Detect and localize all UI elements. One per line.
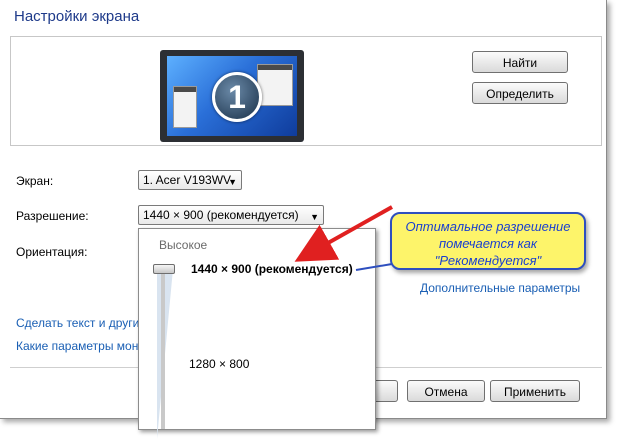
cancel-button[interactable]: Отмена bbox=[407, 380, 485, 402]
chevron-down-icon: ▼ bbox=[228, 177, 237, 187]
resolution-label: Разрешение: bbox=[16, 209, 89, 223]
display-select-value: 1. Acer V193WV bbox=[143, 173, 232, 187]
find-button[interactable]: Найти bbox=[472, 51, 568, 73]
resolution-dropdown-popup: Высокое 1440 × 900 (рекомендуется) 1280 … bbox=[138, 228, 376, 439]
resolution-slider-thumb[interactable] bbox=[153, 264, 175, 274]
window-title: Настройки экрана bbox=[14, 8, 140, 25]
resolution-select-value: 1440 × 900 (рекомендуется) bbox=[143, 208, 299, 222]
monitor-screen: 1 bbox=[167, 56, 297, 136]
callout-line: Оптимальное разрешение bbox=[405, 219, 571, 234]
display-select[interactable]: 1. Acer V193WV ▼ bbox=[138, 170, 242, 190]
text-size-link[interactable]: Сделать текст и другие bbox=[16, 316, 146, 330]
window-thumbnail-icon bbox=[257, 64, 293, 106]
callout-line: помечается как bbox=[438, 236, 538, 251]
advanced-settings-link[interactable]: Дополнительные параметры bbox=[420, 281, 580, 295]
callout-line: "Рекомендуется" bbox=[434, 253, 542, 268]
identify-button[interactable]: Определить bbox=[472, 82, 568, 104]
resolution-option-1280x800[interactable]: 1280 × 800 bbox=[189, 357, 249, 371]
resolution-option-recommended[interactable]: 1440 × 900 (рекомендуется) bbox=[191, 262, 353, 276]
monitor-illustration[interactable]: 1 bbox=[160, 50, 304, 142]
annotation-callout: Оптимальное разрешение помечается как "Р… bbox=[390, 212, 586, 270]
which-settings-link[interactable]: Какие параметры мон bbox=[16, 339, 138, 353]
high-label: Высокое bbox=[159, 238, 208, 252]
resolution-slider-track[interactable] bbox=[161, 269, 165, 429]
apply-button[interactable]: Применить bbox=[490, 380, 580, 402]
display-label: Экран: bbox=[16, 174, 54, 188]
window-thumbnail-icon bbox=[173, 86, 197, 128]
slider-range-wedge bbox=[157, 269, 173, 439]
orientation-label: Ориентация: bbox=[16, 245, 88, 259]
chevron-down-icon: ▼ bbox=[310, 212, 319, 222]
ok-button-partial[interactable] bbox=[374, 380, 398, 402]
monitor-number-badge: 1 bbox=[212, 72, 262, 122]
resolution-select[interactable]: 1440 × 900 (рекомендуется) ▼ bbox=[138, 205, 324, 225]
